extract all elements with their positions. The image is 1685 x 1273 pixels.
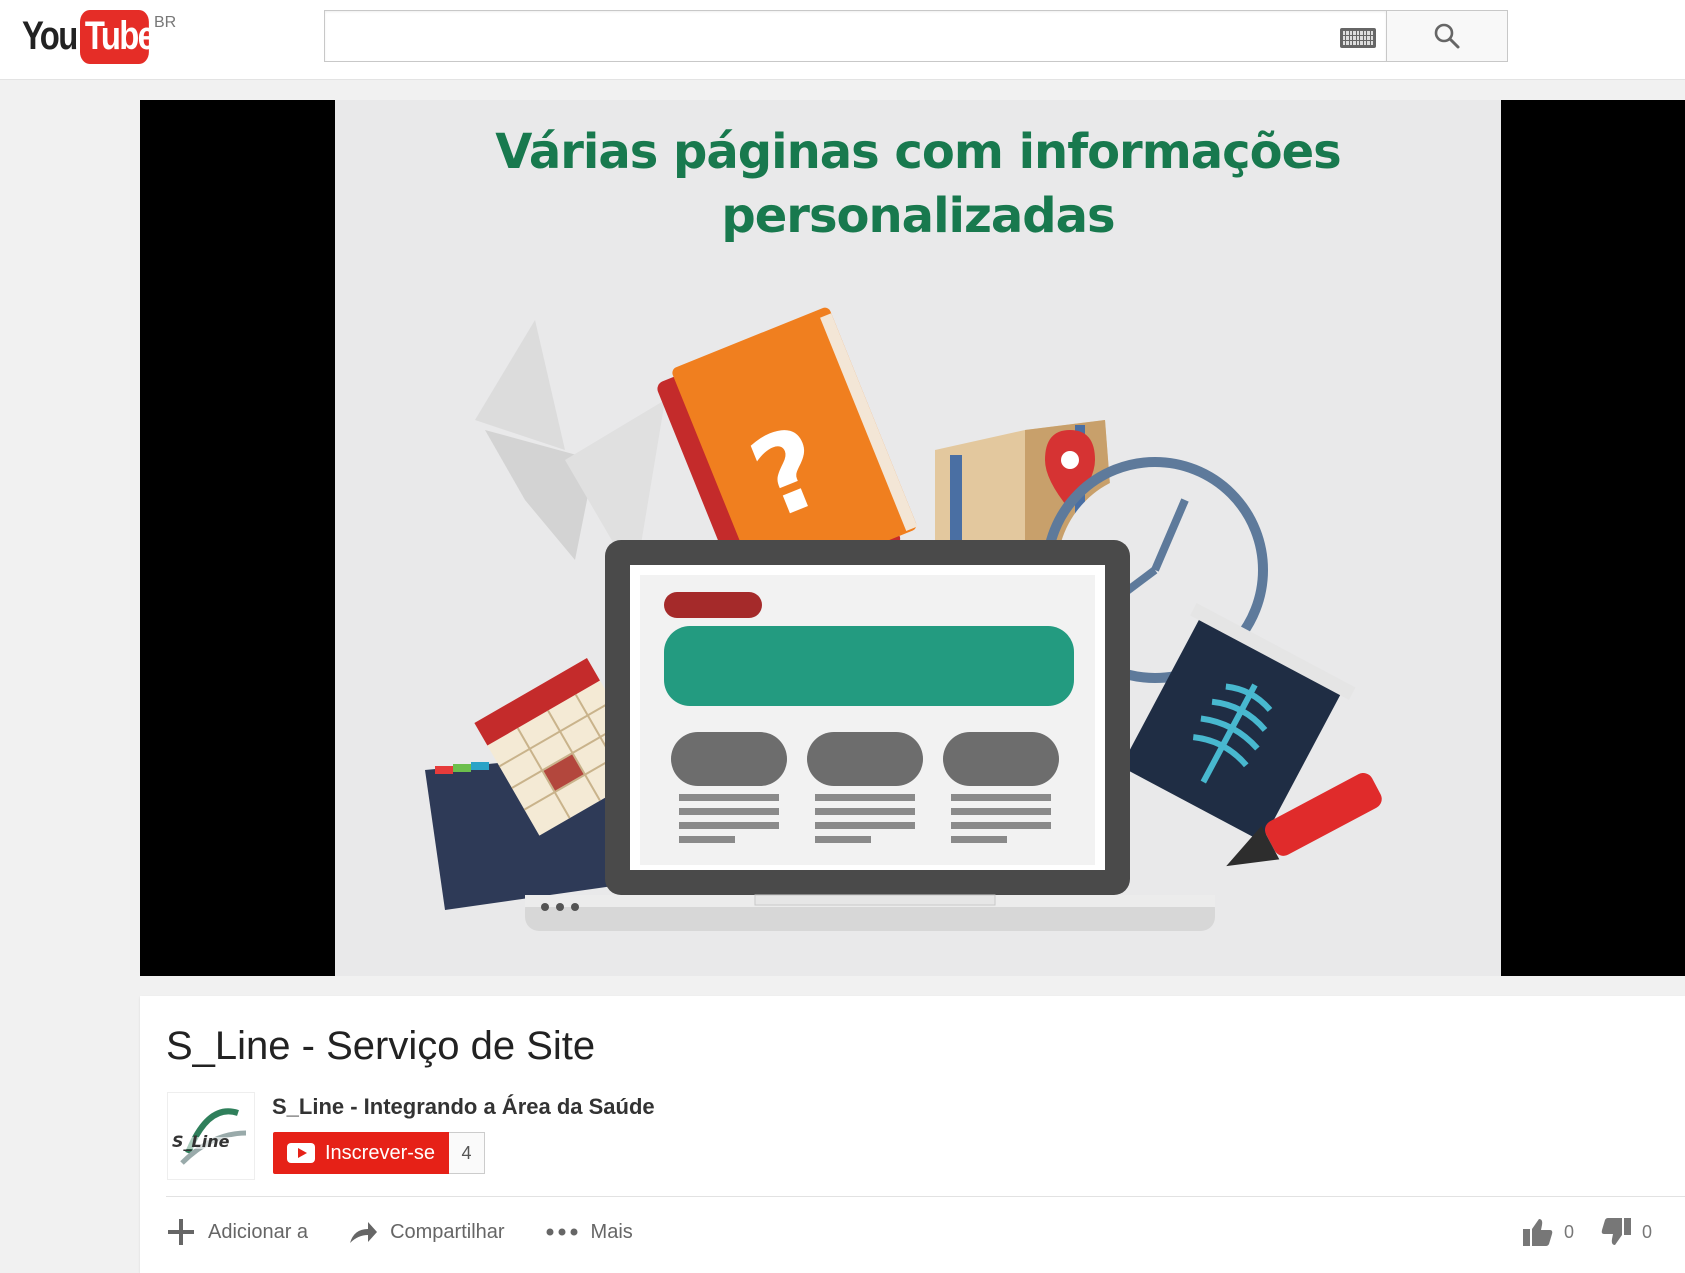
more-label: Mais: [590, 1220, 633, 1243]
subscribe-group: Inscrever-se 4: [273, 1132, 486, 1174]
dislike-count: 0: [1642, 1221, 1653, 1242]
dislike-button[interactable]: 0: [1600, 1217, 1652, 1247]
logo-tube-text: Tube: [80, 10, 156, 64]
youtube-logo[interactable]: You Tube BR: [22, 10, 192, 66]
youtube-play-icon: [287, 1143, 315, 1163]
video-title: S_Line - Serviço de Site: [166, 1024, 596, 1068]
action-bar: Adicionar a Compartilhar Mais: [166, 1212, 673, 1252]
add-to-label: Adicionar a: [208, 1220, 309, 1243]
search-bar: [324, 10, 1508, 62]
video-frame: ? Várias páginas com informações persona…: [335, 100, 1501, 976]
video-info-panel: S_Line - Serviço de Site S_Line S_Line -…: [140, 996, 1685, 1273]
svg-text:S_Line: S_Line: [172, 1132, 230, 1151]
like-button[interactable]: 0: [1522, 1217, 1574, 1247]
like-dislike-group: 0 0: [1522, 1212, 1678, 1252]
masthead: You Tube BR: [0, 0, 1685, 80]
add-to-button[interactable]: Adicionar a: [166, 1217, 308, 1247]
logo-you-text: You: [22, 14, 78, 58]
plus-icon: [168, 1219, 194, 1245]
share-label: Compartilhar: [390, 1220, 505, 1243]
more-button[interactable]: Mais: [545, 1221, 633, 1244]
subscribe-button[interactable]: Inscrever-se: [273, 1132, 450, 1174]
channel-logo-icon: S_Line: [172, 1108, 252, 1165]
search-button[interactable]: [1386, 10, 1508, 62]
channel-avatar[interactable]: S_Line: [167, 1092, 255, 1180]
slide-title-line1: Várias páginas com informações: [495, 124, 1341, 180]
thumbs-up-icon: [1523, 1219, 1553, 1246]
like-count: 0: [1564, 1221, 1575, 1242]
search-input-wrap: [324, 10, 1386, 62]
subscribe-label: Inscrever-se: [325, 1141, 436, 1164]
share-button[interactable]: Compartilhar: [348, 1219, 505, 1245]
thumbs-down-icon: [1601, 1218, 1632, 1245]
more-dots-icon: [546, 1228, 578, 1236]
slide-title: Várias páginas com informações personali…: [335, 120, 1501, 248]
search-icon: [1434, 23, 1460, 49]
video-player[interactable]: ? Várias páginas com informações persona…: [140, 100, 1685, 976]
search-input[interactable]: [324, 10, 1386, 62]
divider: [166, 1196, 1685, 1197]
share-arrow-icon: [350, 1222, 378, 1243]
keyboard-icon[interactable]: [1340, 28, 1376, 48]
channel-name[interactable]: S_Line - Integrando a Área da Saúde: [272, 1094, 655, 1120]
logo-region-code: BR: [154, 14, 177, 31]
subscriber-count: 4: [449, 1132, 486, 1174]
slide-title-line2: personalizadas: [721, 188, 1115, 244]
